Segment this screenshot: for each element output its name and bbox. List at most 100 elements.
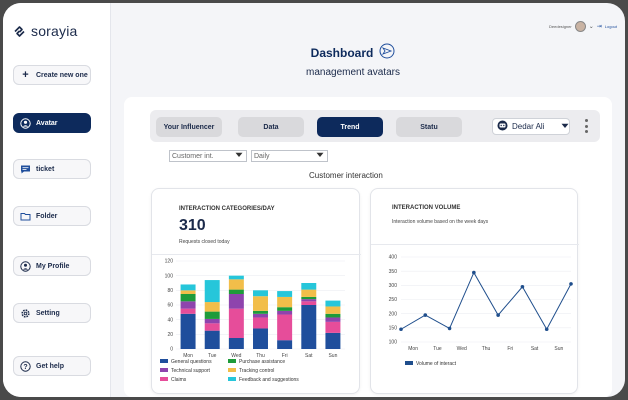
tab-your-influencer[interactable]: Your Influencer	[156, 117, 222, 137]
app-window: sorayia + Create new one Avatar ticket F…	[3, 3, 625, 397]
more-options-icon[interactable]	[583, 119, 589, 133]
get-help-label: Get help	[36, 362, 65, 370]
data-point	[399, 327, 403, 332]
caret-down-icon	[316, 152, 324, 160]
data-point	[569, 282, 573, 286]
create-new-button[interactable]: + Create new one	[13, 65, 91, 85]
sidebar-item-label: Folder	[36, 212, 58, 220]
sidebar-item-my-profile[interactable]: My Profile	[13, 256, 91, 276]
category-filter[interactable]: Customer int.	[169, 150, 247, 162]
bar-segment	[253, 328, 268, 349]
x-tick-label: Tue	[433, 346, 442, 352]
bar-segment	[180, 294, 196, 302]
sidebar-item-label: ticket	[36, 165, 55, 173]
x-tick-label: Wed	[457, 346, 467, 352]
bar-segment	[277, 307, 293, 311]
section-title: Customer interaction	[309, 171, 383, 180]
y-tick-label: 0	[170, 347, 173, 353]
bar-segment	[204, 323, 220, 331]
user-menu[interactable]: Deedesigner ⌄ ⇥ Logout	[549, 21, 617, 32]
bar-segment	[253, 290, 268, 297]
bar-segment	[325, 321, 341, 333]
legend-swatch	[405, 361, 413, 365]
requests-caption: Requests closed today	[179, 239, 230, 245]
sidebar-item-label: Setting	[36, 309, 60, 317]
y-tick-label: 40	[167, 317, 173, 323]
data-point	[423, 313, 428, 317]
bar-segment	[180, 313, 196, 349]
bar-segment	[204, 302, 220, 312]
data-point	[544, 327, 549, 332]
create-new-label: Create new one	[36, 71, 88, 79]
svg-text:?: ?	[23, 363, 27, 370]
bar-segment	[301, 299, 317, 302]
legend-swatch	[160, 377, 168, 381]
legend-swatch	[160, 359, 168, 363]
data-point	[472, 270, 476, 275]
bar-segment	[228, 275, 244, 280]
bar-segment	[228, 338, 244, 349]
bar-segment	[253, 296, 268, 311]
y-tick-label: 20	[167, 332, 173, 338]
avatar[interactable]	[574, 21, 586, 32]
stacked-bar-chart: 020406080100120Mon Tue Wed Thu Fri Sat SunGene…	[160, 259, 345, 383]
sidebar-item-setting[interactable]: Setting	[13, 303, 91, 323]
category-filter-value: Customer int.	[172, 152, 214, 160]
bar-segment	[277, 310, 293, 315]
legend-swatch	[228, 368, 236, 372]
x-tick-label: Sun	[554, 346, 563, 352]
y-tick-label: 250	[389, 297, 398, 303]
bar-segment	[204, 318, 220, 324]
legend-swatch	[160, 368, 168, 372]
chevron-down-icon[interactable]: ⌄	[589, 23, 594, 30]
bar-segment	[301, 289, 317, 297]
bar-segment	[277, 291, 293, 297]
user-select[interactable]: Dedar Ali	[492, 118, 570, 135]
tab-trend[interactable]: Trend	[317, 117, 383, 137]
robot-icon	[497, 120, 508, 133]
sidebar-item-label: My Profile	[36, 262, 70, 270]
bar-segment	[253, 317, 268, 329]
period-filter[interactable]: Daily	[251, 150, 328, 162]
bar-segment	[253, 310, 268, 314]
brand-logo[interactable]: sorayia	[13, 23, 78, 39]
bar-segment	[228, 279, 244, 290]
y-tick-label: 80	[167, 288, 173, 294]
legend-label: General questions	[171, 359, 212, 365]
chat-icon	[20, 164, 31, 175]
interaction-categories-panel: INTERACTION CATEGORIES/DAY 310 Requests …	[151, 188, 361, 394]
bar-segment	[180, 301, 196, 309]
sidebar-item-ticket[interactable]: ticket	[13, 159, 91, 179]
sidebar-item-folder[interactable]: Folder	[13, 206, 91, 226]
bar-segment	[253, 313, 268, 318]
legend-label: Volume of interact	[416, 361, 457, 367]
data-point	[447, 326, 452, 331]
bar-segment	[277, 296, 293, 308]
main-card: Your Influencer Data Trend Statu Dedar A…	[124, 97, 612, 397]
requests-count: 310	[179, 217, 206, 234]
line-chart: 100 150 200 250 300 350 400 Mon Tue Wed Thu Fri Sat S…	[389, 255, 573, 367]
logout-link[interactable]: Logout	[605, 24, 617, 29]
y-tick-label: 350	[389, 269, 398, 275]
interaction-volume-panel: INTERACTION VOLUME Interaction volume ba…	[370, 188, 579, 394]
bar-segment	[325, 300, 341, 307]
tab-statu[interactable]: Statu	[396, 117, 462, 137]
data-point	[520, 284, 525, 289]
page-header: Dashboard management avatars	[253, 43, 453, 78]
series-line	[400, 271, 572, 331]
y-tick-label: 120	[165, 259, 174, 265]
bar-segment	[325, 306, 341, 314]
legend-label: Technical support	[171, 368, 211, 374]
bar-segment	[325, 317, 341, 322]
plus-icon: +	[22, 69, 29, 81]
brand-name: sorayia	[31, 23, 78, 39]
logout-icon[interactable]: ⇥	[597, 23, 602, 30]
profile-icon	[20, 260, 31, 272]
gear-icon	[20, 308, 31, 319]
period-filter-value: Daily	[254, 152, 270, 160]
bar-segment	[180, 308, 196, 314]
sidebar-item-label: Avatar	[36, 119, 58, 127]
get-help-button[interactable]: ? Get help	[13, 356, 91, 376]
sidebar-item-avatar[interactable]: Avatar	[13, 113, 91, 133]
tab-data[interactable]: Data	[238, 117, 304, 137]
